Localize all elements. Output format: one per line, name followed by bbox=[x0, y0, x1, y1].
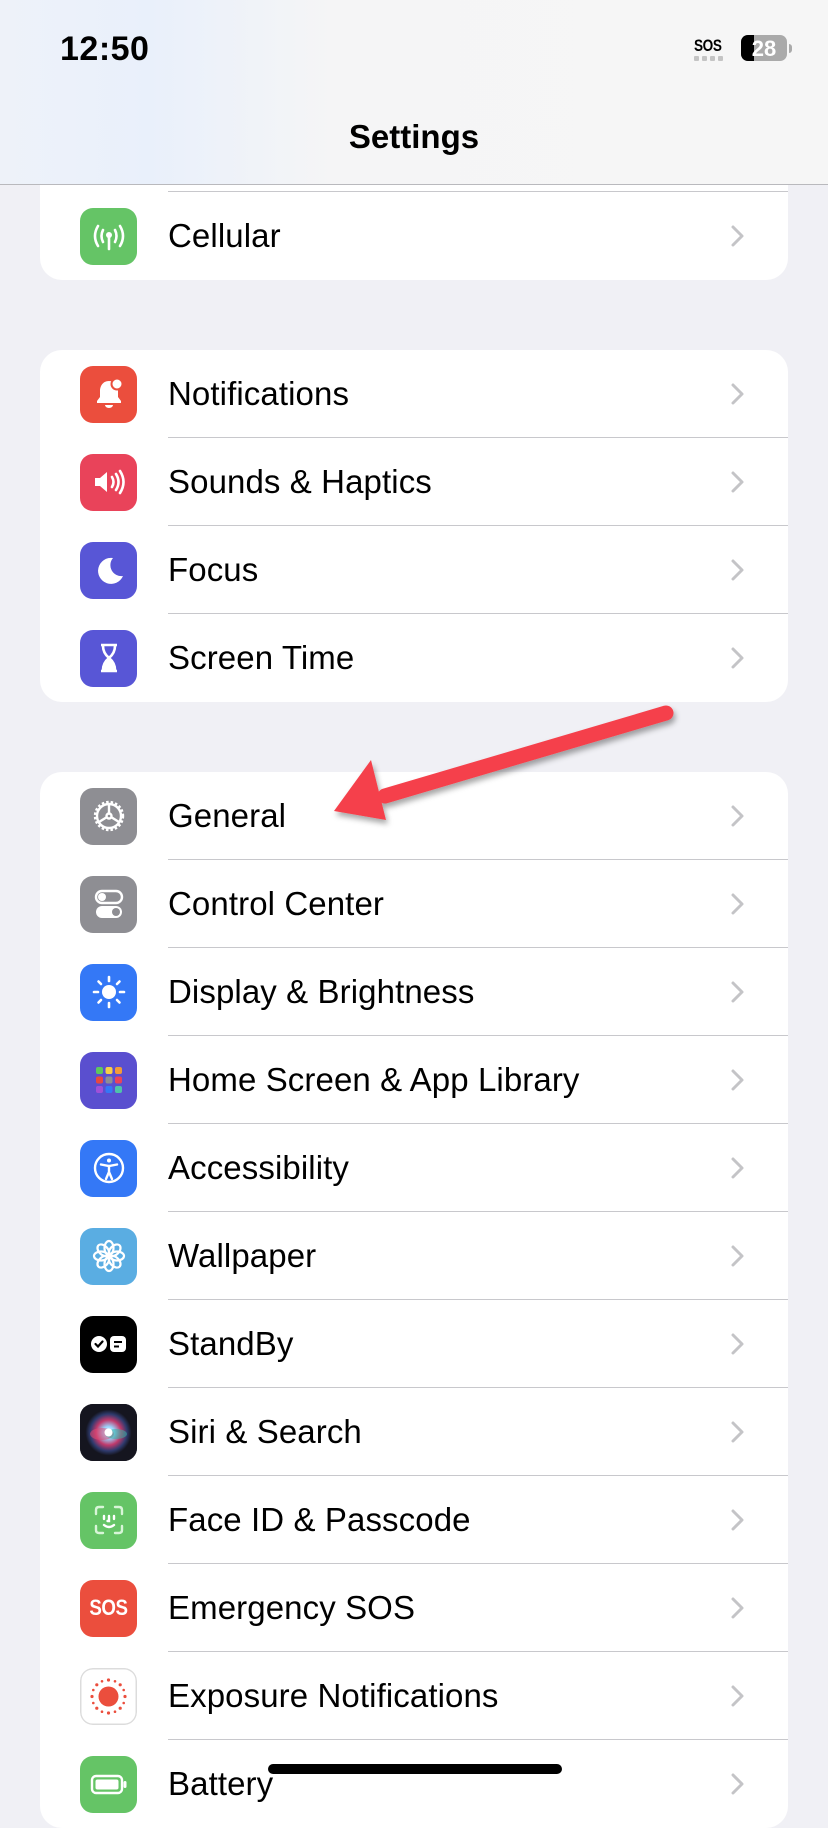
chevron-right-icon bbox=[731, 981, 744, 1003]
chevron-right-icon bbox=[731, 647, 744, 669]
settings-row-label: Display & Brightness bbox=[168, 973, 475, 1010]
settings-row-battery[interactable]: Battery bbox=[40, 1740, 788, 1828]
settings-row-exposure-notifications[interactable]: Exposure Notifications bbox=[40, 1652, 788, 1740]
face-id-icon bbox=[80, 1491, 137, 1549]
settings-row-label: Siri & Search bbox=[168, 1413, 362, 1450]
chevron-right-icon bbox=[731, 559, 744, 581]
standby-clock-icon bbox=[80, 1315, 137, 1373]
status-time: 12:50 bbox=[60, 30, 150, 68]
settings-row-label: Battery bbox=[168, 1765, 274, 1802]
app-grid-icon bbox=[80, 1051, 137, 1109]
moon-icon bbox=[80, 541, 137, 599]
settings-row-face-id-and-passcode[interactable]: Face ID & Passcode bbox=[40, 1476, 788, 1564]
chevron-right-icon bbox=[731, 1509, 744, 1531]
chevron-right-icon bbox=[731, 1597, 744, 1619]
chevron-right-icon bbox=[731, 1421, 744, 1443]
bell-badge-icon bbox=[80, 365, 137, 423]
settings-row-label: Sounds & Haptics bbox=[168, 463, 432, 500]
page-title: Settings bbox=[348, 118, 480, 155]
settings-row-label: StandBy bbox=[168, 1325, 294, 1362]
settings-row-label: Accessibility bbox=[168, 1149, 350, 1186]
home-indicator[interactable] bbox=[268, 1764, 562, 1774]
cellular-antenna-icon bbox=[80, 207, 137, 265]
settings-row-label: Cellular bbox=[168, 217, 281, 254]
settings-row-siri-and-search[interactable]: Siri & Search bbox=[40, 1388, 788, 1476]
chevron-right-icon bbox=[731, 1245, 744, 1267]
toggles-icon bbox=[80, 875, 137, 933]
chevron-right-icon bbox=[731, 383, 744, 405]
chevron-right-icon bbox=[731, 1773, 744, 1795]
settings-row-control-center[interactable]: Control Center bbox=[40, 860, 788, 948]
exposure-dots-icon bbox=[80, 1667, 137, 1725]
settings-row-focus[interactable]: Focus bbox=[40, 526, 788, 614]
settings-row-general[interactable]: General bbox=[40, 772, 788, 860]
settings-row-home-screen-and-app-library[interactable]: Home Screen & App Library bbox=[40, 1036, 788, 1124]
settings-row-notifications[interactable]: Notifications bbox=[40, 350, 788, 438]
settings-row-label: Wallpaper bbox=[168, 1237, 317, 1274]
settings-row-label: Emergency SOS bbox=[168, 1589, 416, 1626]
settings-row-cellular[interactable]: Cellular bbox=[40, 192, 788, 280]
settings-row-emergency-sos[interactable]: SOS Emergency SOS bbox=[40, 1564, 788, 1652]
settings-row-display-and-brightness[interactable]: Display & Brightness bbox=[40, 948, 788, 1036]
settings-row-standby[interactable]: StandBy bbox=[40, 1300, 788, 1388]
settings-group-general: General Control Center Display & Brightn… bbox=[40, 772, 788, 1828]
chevron-right-icon bbox=[731, 893, 744, 915]
sos-signal-text: SOS bbox=[694, 36, 722, 55]
flower-icon bbox=[80, 1227, 137, 1285]
gear-icon bbox=[80, 787, 137, 845]
sos-icon: SOS bbox=[80, 1579, 137, 1637]
settings-row-label: Notifications bbox=[168, 375, 350, 412]
battery-icon bbox=[80, 1755, 137, 1813]
battery-indicator: 28 bbox=[741, 35, 787, 61]
chevron-right-icon bbox=[731, 1333, 744, 1355]
settings-row-label: Exposure Notifications bbox=[168, 1677, 499, 1714]
chevron-right-icon bbox=[731, 1069, 744, 1091]
settings-row-sounds-and-haptics[interactable]: Sounds & Haptics bbox=[40, 438, 788, 526]
settings-screen: 12:50 SOS 28 Settings Cellular Notificat… bbox=[0, 0, 828, 1828]
settings-row-label: Screen Time bbox=[168, 639, 355, 676]
chevron-right-icon bbox=[731, 225, 744, 247]
siri-orb-icon bbox=[80, 1403, 137, 1461]
settings-row-label: Face ID & Passcode bbox=[168, 1501, 471, 1538]
settings-row-label: Focus bbox=[168, 551, 259, 588]
settings-row-wallpaper[interactable]: Wallpaper bbox=[40, 1212, 788, 1300]
settings-row-label: Home Screen & App Library bbox=[168, 1061, 580, 1098]
chevron-right-icon bbox=[731, 1157, 744, 1179]
speaker-wave-icon bbox=[80, 453, 137, 511]
chevron-right-icon bbox=[731, 1685, 744, 1707]
settings-row-label: Control Center bbox=[168, 885, 384, 922]
chevron-right-icon bbox=[731, 471, 744, 493]
accessibility-person-icon bbox=[80, 1139, 137, 1197]
settings-row-label: General bbox=[168, 797, 287, 834]
sun-icon bbox=[80, 963, 137, 1021]
hourglass-icon bbox=[80, 629, 137, 687]
settings-group-notifications: Notifications Sounds & Haptics Focus Scr… bbox=[40, 350, 788, 702]
navigation-header: 12:50 SOS 28 Settings bbox=[0, 0, 828, 185]
settings-row-accessibility[interactable]: Accessibility bbox=[40, 1124, 788, 1212]
sos-icon-text: SOS bbox=[89, 1595, 128, 1620]
signal-bars-icon bbox=[694, 56, 723, 61]
chevron-right-icon bbox=[731, 805, 744, 827]
battery-cap-icon bbox=[789, 44, 792, 53]
settings-row-screen-time[interactable]: Screen Time bbox=[40, 614, 788, 702]
battery-percent: 28 bbox=[751, 36, 777, 61]
